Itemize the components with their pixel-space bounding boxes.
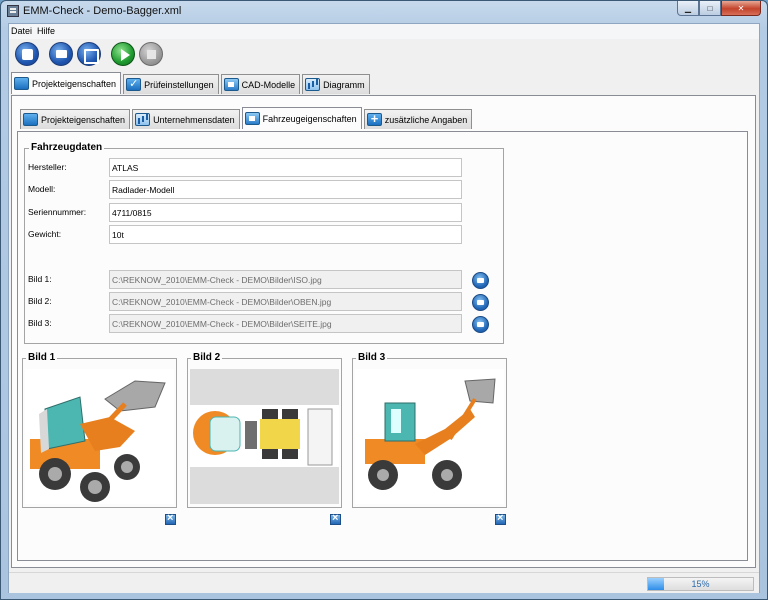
tab-label: zusätzliche Angaben bbox=[384, 114, 468, 125]
progress-text: 15% bbox=[691, 579, 710, 589]
subtab-unternehmensdaten[interactable]: Unternehmensdaten bbox=[132, 109, 240, 129]
tab-label: Diagramm bbox=[323, 79, 365, 90]
tab-pruefeinstellungen[interactable]: Prüfeinstellungen bbox=[123, 74, 219, 94]
bild1-row: Bild 1: C:\REKNOW_2010\EMM-Check - DEMO\… bbox=[25, 270, 505, 289]
preview-bild3: Bild 3 bbox=[352, 352, 507, 508]
application-window: EMM-Check - Demo-Bagger.xml ▁ □ ✕ Datei H… bbox=[0, 0, 768, 600]
bild1-path-field: C:\REKNOW_2010\EMM-Check - DEMO\Bilder\I… bbox=[109, 270, 462, 289]
field-label: Bild 1: bbox=[28, 274, 52, 284]
wheel-loader-top-image bbox=[190, 369, 339, 504]
hersteller-field[interactable]: ATLAS bbox=[109, 158, 462, 177]
tab-label: Projekteigenschaften bbox=[41, 114, 126, 125]
minimize-button[interactable]: ▁ bbox=[677, 1, 699, 16]
group-title: Fahrzeugdaten bbox=[29, 142, 105, 153]
tab-label: Fahrzeugeigenschaften bbox=[262, 113, 357, 124]
maximize-button[interactable]: □ bbox=[699, 1, 721, 16]
main-tab-panel: Projekteigenschaften Unternehmensdaten F… bbox=[11, 95, 756, 568]
seriennummer-field[interactable]: 4711/0815 bbox=[109, 203, 462, 222]
tab-diagramm[interactable]: Diagramm bbox=[302, 74, 370, 94]
chart-icon bbox=[305, 78, 321, 91]
plus-icon bbox=[366, 111, 382, 126]
vehicle-icon bbox=[244, 112, 260, 125]
field-label: Seriennummer: bbox=[28, 207, 87, 217]
gewicht-row: Gewicht: 10t bbox=[25, 225, 505, 244]
sub-tab-panel: Fahrzeugdaten Hersteller: ATLAS Modell: … bbox=[17, 131, 748, 561]
window-title: EMM-Check - Demo-Bagger.xml bbox=[23, 5, 182, 17]
tab-cad-modelle[interactable]: CAD-Modelle bbox=[220, 74, 301, 94]
save-button[interactable] bbox=[77, 42, 101, 66]
preview-title: Bild 2 bbox=[191, 352, 223, 363]
close-button[interactable]: ✕ bbox=[721, 1, 761, 16]
tab-label: Projekteigenschaften bbox=[32, 78, 117, 89]
toolbar bbox=[15, 42, 163, 70]
bild1-browse-button[interactable] bbox=[472, 272, 489, 289]
speech-icon bbox=[14, 77, 29, 90]
preview-title: Bild 3 bbox=[356, 352, 388, 363]
field-label: Gewicht: bbox=[28, 229, 62, 239]
modell-field[interactable]: Radlader-Modell bbox=[109, 180, 462, 199]
bild2-path-field: C:\REKNOW_2010\EMM-Check - DEMO\Bilder\O… bbox=[109, 292, 462, 311]
preview-bild1: Bild 1 bbox=[22, 352, 177, 508]
tab-label: Prüfeinstellungen bbox=[144, 79, 214, 90]
modell-row: Modell: Radlader-Modell bbox=[25, 180, 505, 199]
stop-button[interactable] bbox=[139, 42, 163, 66]
tab-label: Unternehmensdaten bbox=[153, 114, 235, 125]
tab-label: CAD-Modelle bbox=[241, 79, 296, 90]
cad-icon bbox=[223, 78, 239, 91]
fahrzeugdaten-group: Fahrzeugdaten Hersteller: ATLAS Modell: … bbox=[24, 142, 505, 344]
check-icon bbox=[126, 77, 142, 91]
gewicht-field[interactable]: 10t bbox=[109, 225, 462, 244]
status-bar: 15% bbox=[9, 572, 759, 593]
open-button[interactable] bbox=[49, 42, 73, 66]
bild3-row: Bild 3: C:\REKNOW_2010\EMM-Check - DEMO\… bbox=[25, 314, 505, 333]
app-icon bbox=[7, 5, 19, 17]
delete-bild1-button[interactable] bbox=[165, 512, 176, 525]
field-label: Bild 2: bbox=[28, 296, 52, 306]
speech-icon bbox=[23, 113, 38, 126]
progress-bar: 15% bbox=[647, 577, 754, 591]
field-label: Bild 3: bbox=[28, 318, 52, 328]
title-bar[interactable]: EMM-Check - Demo-Bagger.xml ▁ □ ✕ bbox=[1, 1, 767, 22]
new-project-button[interactable] bbox=[15, 42, 39, 66]
bild3-path-field: C:\REKNOW_2010\EMM-Check - DEMO\Bilder\S… bbox=[109, 314, 462, 333]
menu-hilfe[interactable]: Hilfe bbox=[35, 24, 58, 36]
wheel-loader-iso-image bbox=[25, 369, 174, 504]
sub-tabs: Projekteigenschaften Unternehmensdaten F… bbox=[20, 107, 474, 129]
bild3-browse-button[interactable] bbox=[472, 316, 489, 333]
bild2-row: Bild 2: C:\REKNOW_2010\EMM-Check - DEMO\… bbox=[25, 292, 505, 311]
subtab-fahrzeugeigenschaften[interactable]: Fahrzeugeigenschaften bbox=[241, 107, 362, 129]
tab-projekteigenschaften[interactable]: Projekteigenschaften bbox=[11, 72, 122, 94]
run-button[interactable] bbox=[111, 42, 135, 66]
hersteller-row: Hersteller: ATLAS bbox=[25, 158, 505, 177]
seriennummer-row: Seriennummer: 4711/0815 bbox=[25, 203, 505, 222]
client-area: DateiHilfe Projekteigenschaften Prüfeins… bbox=[8, 23, 760, 593]
menu-bar: Datei Hilfe bbox=[9, 24, 759, 39]
subtab-zusaetzliche-angaben[interactable]: zusätzliche Angaben bbox=[363, 109, 473, 129]
menu-datei[interactable]: Datei bbox=[9, 24, 35, 36]
delete-bild2-button[interactable] bbox=[330, 512, 341, 525]
subtab-projekteigenschaften[interactable]: Projekteigenschaften bbox=[20, 109, 131, 129]
field-label: Hersteller: bbox=[28, 162, 67, 172]
main-tabs: Projekteigenschaften Prüfeinstellungen C… bbox=[11, 72, 372, 94]
bild2-browse-button[interactable] bbox=[472, 294, 489, 311]
preview-bild2: Bild 2 bbox=[187, 352, 342, 508]
field-label: Modell: bbox=[28, 184, 56, 194]
company-icon bbox=[135, 113, 151, 126]
wheel-loader-side-image bbox=[355, 369, 504, 504]
preview-title: Bild 1 bbox=[26, 352, 58, 363]
delete-bild3-button[interactable] bbox=[495, 512, 506, 525]
